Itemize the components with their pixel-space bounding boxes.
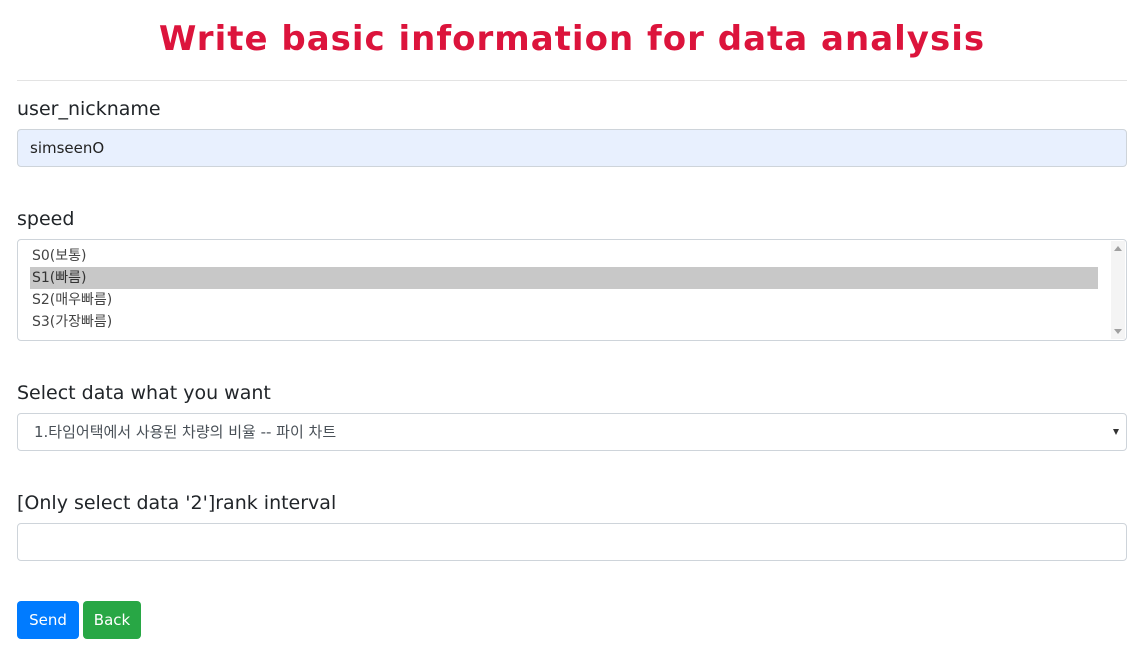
speed-option-s0[interactable]: S0(보통) [30, 245, 1098, 267]
nickname-label: user_nickname [17, 98, 161, 120]
chevron-down-icon [1113, 429, 1119, 435]
nickname-input[interactable]: simseenO [17, 129, 1127, 167]
page-title: Write basic information for data analysi… [158, 19, 986, 59]
data-select-value: 1.타임어택에서 사용된 차량의 비율 -- 파이 차트 [34, 423, 337, 441]
title-divider [17, 80, 1127, 81]
scroll-up-arrow-icon[interactable] [1114, 246, 1122, 251]
send-button[interactable]: Send [17, 601, 79, 639]
speed-option-s3[interactable]: S3(가장빠름) [30, 311, 1098, 333]
back-button[interactable]: Back [83, 601, 141, 639]
rank-interval-label: [Only select data '2']rank interval [17, 492, 337, 514]
speed-option-s1[interactable]: S1(빠름) [30, 267, 1098, 289]
data-select-dropdown[interactable]: 1.타임어택에서 사용된 차량의 비율 -- 파이 차트 [17, 413, 1127, 451]
data-select-label: Select data what you want [17, 382, 271, 404]
analysis-form-page: Write basic information for data analysi… [17, 0, 1127, 639]
speed-label: speed [17, 208, 75, 230]
speed-listbox-scrollbar[interactable] [1111, 241, 1125, 339]
rank-interval-input[interactable] [17, 523, 1127, 561]
scroll-down-arrow-icon[interactable] [1114, 329, 1122, 334]
speed-listbox[interactable]: S0(보통) S1(빠름) S2(매우빠름) S3(가장빠름) [17, 239, 1127, 341]
speed-option-s2[interactable]: S2(매우빠름) [30, 289, 1098, 311]
